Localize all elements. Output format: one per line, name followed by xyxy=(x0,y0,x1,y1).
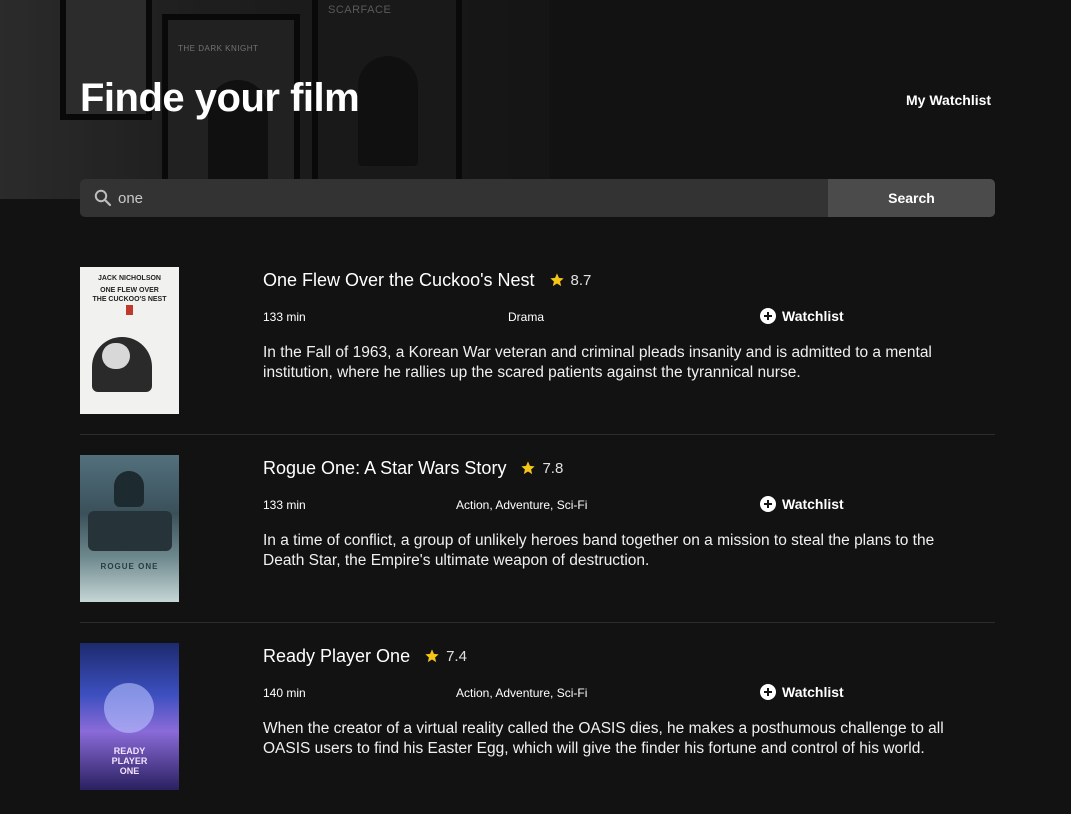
movie-rating: 7.4 xyxy=(446,647,467,665)
movie-item: ROGUE ONE Rogue One: A Star Wars Story 7… xyxy=(80,435,995,623)
movie-title-row: One Flew Over the Cuckoo's Nest 8.7 xyxy=(263,268,591,292)
poster-text: READY xyxy=(113,746,146,756)
movie-rating: 7.8 xyxy=(542,459,564,477)
poster-text: PLAYER xyxy=(111,756,148,766)
add-to-watchlist-button[interactable]: Watchlist xyxy=(760,495,844,513)
poster-text: JACK NICHOLSON xyxy=(97,275,161,282)
search-bar: Search xyxy=(80,179,995,217)
search-icon xyxy=(94,189,112,207)
movie-title: Rogue One: A Star Wars Story xyxy=(263,457,507,478)
movie-runtime: 133 min xyxy=(263,310,306,324)
watchlist-button-label: Watchlist xyxy=(782,684,844,700)
poster-text: ROGUE ONE xyxy=(100,562,159,571)
movie-runtime: 140 min xyxy=(263,686,306,700)
movie-poster: ROGUE ONE xyxy=(80,455,179,602)
page-title: Finde your film xyxy=(80,76,360,120)
movie-poster: READY PLAYER ONE xyxy=(80,643,179,790)
add-to-watchlist-button[interactable]: Watchlist xyxy=(760,307,844,325)
plus-circle-icon xyxy=(760,684,776,700)
movie-rating: 8.7 xyxy=(570,271,592,289)
movie-title: Ready Player One xyxy=(263,645,411,666)
add-to-watchlist-button[interactable]: Watchlist xyxy=(760,683,844,701)
movie-plot: In the Fall of 1963, a Korean War vetera… xyxy=(263,344,932,381)
movie-title-row: Ready Player One 7.4 xyxy=(263,644,467,668)
movie-plot: In a time of conflict, a group of unlike… xyxy=(263,532,935,569)
watchlist-button-label: Watchlist xyxy=(782,308,844,324)
watchlist-button-label: Watchlist xyxy=(782,496,844,512)
plus-circle-icon xyxy=(760,496,776,512)
movie-genre: Drama xyxy=(508,310,545,324)
movie-title-row: Rogue One: A Star Wars Story 7.8 xyxy=(263,456,563,480)
movie-genre: Action, Adventure, Sci-Fi xyxy=(456,686,588,700)
movie-genre: Action, Adventure, Sci-Fi xyxy=(456,498,588,512)
movie-results-list: JACK NICHOLSON ONE FLEW OVER THE CUCKOO'… xyxy=(80,247,995,811)
movie-runtime: 133 min xyxy=(263,498,306,512)
movie-item: READY PLAYER ONE Ready Player One 7.4 14… xyxy=(80,623,995,811)
plus-circle-icon xyxy=(760,308,776,324)
poster-text: THE CUCKOO'S NEST xyxy=(92,296,167,303)
star-icon xyxy=(549,273,564,287)
movie-poster: JACK NICHOLSON ONE FLEW OVER THE CUCKOO'… xyxy=(80,267,179,414)
star-icon xyxy=(425,649,439,663)
poster-text: ONE FLEW OVER xyxy=(100,287,159,294)
movie-title: One Flew Over the Cuckoo's Nest xyxy=(263,269,535,290)
star-icon xyxy=(521,461,536,475)
my-watchlist-link[interactable]: My Watchlist xyxy=(906,92,991,108)
search-input[interactable] xyxy=(118,179,818,217)
search-button[interactable]: Search xyxy=(828,179,995,217)
movie-item: JACK NICHOLSON ONE FLEW OVER THE CUCKOO'… xyxy=(80,247,995,435)
movie-plot: When the creator of a virtual reality ca… xyxy=(263,720,944,757)
poster-text: ONE xyxy=(119,766,140,776)
